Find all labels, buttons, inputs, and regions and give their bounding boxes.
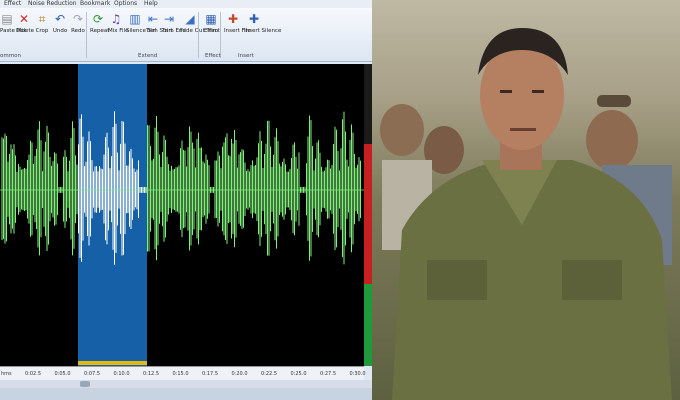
mix-file-button[interactable]: ♫ Mix File bbox=[108, 12, 129, 48]
repeat-button[interactable]: ⟳ Repeat bbox=[90, 12, 110, 48]
delete-icon: ✕ bbox=[18, 12, 30, 26]
fade-out-icon: ◢ bbox=[185, 12, 195, 26]
tool-label: Insert File bbox=[224, 28, 251, 34]
status-bar bbox=[0, 388, 372, 400]
crowd-person bbox=[586, 110, 638, 170]
effect-button[interactable]: ▦ Effect bbox=[204, 12, 220, 48]
insert-silence-button[interactable]: ✚ Insert Silence bbox=[244, 12, 282, 48]
insert-file-button[interactable]: ✚ Insert File bbox=[224, 12, 251, 48]
timeline-tick-label: 0:30.0 bbox=[349, 371, 366, 377]
silence-icon: ▥ bbox=[129, 12, 141, 26]
horizontal-scrollbar[interactable] bbox=[0, 380, 372, 388]
jacket-pocket bbox=[427, 260, 487, 300]
crowd-person bbox=[380, 104, 424, 156]
timeline-tick-label: 0:27.5 bbox=[320, 371, 336, 377]
tool-label: Fade Out Trim bbox=[180, 28, 219, 34]
tool-label: Undo bbox=[52, 28, 68, 34]
timeline-tick-label: 0:07.5 bbox=[84, 371, 100, 377]
paste-mix-icon: ▤ bbox=[1, 12, 13, 26]
level-meter bbox=[364, 64, 372, 366]
timeline-tick-label: 0:15.0 bbox=[172, 371, 189, 377]
timeline-tick-label: hms bbox=[1, 371, 12, 377]
menu-item-help[interactable]: Help bbox=[144, 0, 158, 8]
tool-label: Trim Start bbox=[146, 28, 173, 34]
crop-button[interactable]: ⌗ Crop bbox=[34, 12, 50, 48]
timeline-tick-label: 0:10.0 bbox=[113, 371, 130, 377]
scrollbar-thumb[interactable] bbox=[80, 381, 90, 387]
ribbon-separator bbox=[220, 12, 221, 58]
timeline-tick-label: 0:20.0 bbox=[231, 371, 248, 377]
level-meter-level bbox=[364, 284, 372, 366]
tool-label: Effect bbox=[204, 28, 220, 34]
undo-icon: ↶ bbox=[54, 12, 66, 26]
ribbon-group-label: ommon bbox=[0, 53, 21, 59]
silence-sel-button[interactable]: ▥ Silence Sel bbox=[126, 12, 156, 48]
trim-end-button[interactable]: ⇥ Trim End bbox=[162, 12, 186, 48]
timeline-tick-label: 0:02.5 bbox=[25, 371, 41, 377]
paste-mix-button[interactable]: ▤ Paste Mix bbox=[0, 12, 27, 48]
eye bbox=[532, 90, 544, 93]
tool-label: Delete bbox=[16, 28, 35, 34]
tool-label: Paste Mix bbox=[0, 28, 27, 34]
ribbon-group-label: Effect bbox=[205, 53, 221, 59]
trim-start-button[interactable]: ⇤ Trim Start bbox=[146, 12, 173, 48]
tool-label: Insert Silence bbox=[244, 28, 282, 34]
selection-marker[interactable] bbox=[78, 361, 147, 365]
jacket-pocket bbox=[562, 260, 622, 300]
crop-icon: ⌗ bbox=[38, 12, 46, 26]
mouth bbox=[510, 128, 536, 131]
timeline-tick-label: 0:12.5 bbox=[143, 371, 159, 377]
timeline-tick-label: 0:22.5 bbox=[261, 371, 277, 377]
insert-file-icon: ✚ bbox=[227, 12, 239, 26]
menu-item-effect[interactable]: Effect bbox=[4, 0, 21, 8]
level-meter-peak bbox=[364, 144, 372, 284]
waveform bbox=[0, 111, 364, 365]
repeat-icon: ⟳ bbox=[92, 12, 104, 26]
tool-label: Trim End bbox=[162, 28, 186, 34]
ribbon-toolbar: ▤ Paste Mix ✕ Delete ⌗ Crop ↶ Undo ↷ Redo ⟳ Repeat ♫… bbox=[0, 8, 372, 62]
trim-end-icon: ⇥ bbox=[163, 12, 175, 26]
menu-bar: Effect Noise Reduction Bookmark Options Help bbox=[0, 0, 372, 8]
delete-button[interactable]: ✕ Delete bbox=[16, 12, 35, 48]
tool-label: Mix File bbox=[108, 28, 129, 34]
tool-label: Redo bbox=[71, 28, 85, 34]
crowd-hat bbox=[597, 95, 631, 107]
timeline-tick-label: 0:25.0 bbox=[290, 371, 307, 377]
insert-silence-icon: ✚ bbox=[248, 12, 260, 26]
timeline-tick-label: 0:05.0 bbox=[54, 371, 71, 377]
ribbon-group-label: Insert bbox=[238, 53, 254, 59]
timeline-tick-label: 0:17.5 bbox=[202, 371, 218, 377]
ribbon-separator bbox=[86, 12, 87, 58]
redo-icon: ↷ bbox=[72, 12, 84, 26]
tool-label: Repeat bbox=[90, 28, 110, 34]
ribbon-separator bbox=[198, 12, 199, 58]
redo-button[interactable]: ↷ Redo bbox=[70, 12, 86, 48]
tool-label: Silence Sel bbox=[126, 28, 156, 34]
timeline-ruler[interactable]: hms 0:02.5 0:05.0 0:07.5 0:10.0 0:12.5 0:15.0 0… bbox=[0, 366, 366, 381]
ribbon-group-label: Extend bbox=[138, 53, 158, 59]
menu-item-options[interactable]: Options bbox=[114, 0, 137, 8]
menu-item-bookmark[interactable]: Bookmark bbox=[80, 0, 110, 8]
audio-editor-window: Effect Noise Reduction Bookmark Options Help… bbox=[0, 0, 372, 400]
fade-out-trim-button[interactable]: ◢ Fade Out Trim bbox=[180, 12, 219, 48]
tool-label: Crop bbox=[35, 28, 49, 34]
video-scene bbox=[380, 28, 672, 400]
menu-item-noise-reduction[interactable]: Noise Reduction bbox=[28, 0, 77, 8]
trim-start-icon: ⇤ bbox=[147, 12, 159, 26]
waveform-view[interactable] bbox=[0, 64, 364, 366]
effect-icon: ▦ bbox=[205, 12, 217, 26]
undo-button[interactable]: ↶ Undo bbox=[52, 12, 68, 48]
video-frame bbox=[372, 0, 680, 400]
mix-file-icon: ♫ bbox=[110, 12, 122, 26]
eye bbox=[500, 90, 512, 93]
